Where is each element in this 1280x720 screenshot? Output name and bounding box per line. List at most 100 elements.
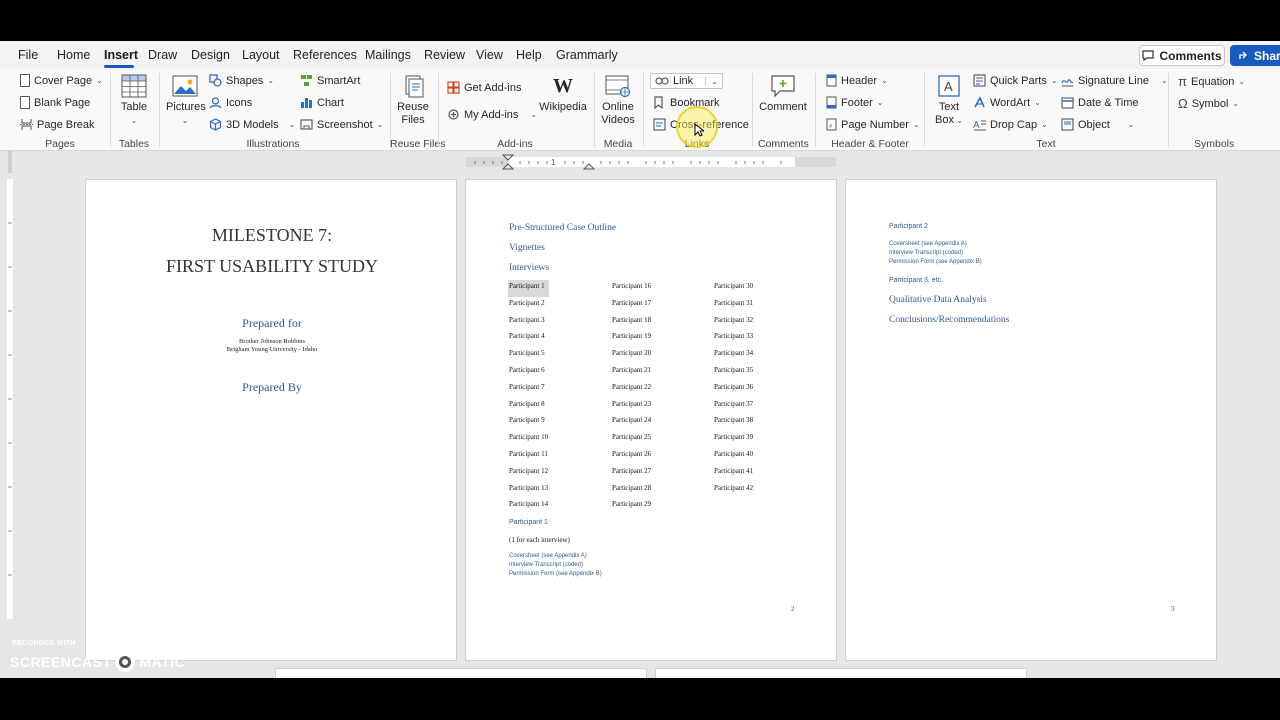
cover-page-label: Cover Page bbox=[34, 74, 93, 87]
vertical-ruler[interactable] bbox=[4, 179, 16, 619]
page-break-icon bbox=[20, 119, 33, 130]
participant-entry: Participant 21 bbox=[612, 366, 652, 374]
participant-entry: Participant 30 bbox=[714, 282, 754, 290]
quick-parts-icon bbox=[973, 74, 986, 87]
table-button[interactable]: Table ⌄ bbox=[118, 74, 150, 127]
tab-grammarly[interactable]: Grammarly bbox=[556, 48, 618, 62]
next-page-edge bbox=[655, 668, 1027, 678]
page-number-button[interactable]: # Page Number ⌄ bbox=[826, 118, 920, 131]
participant-entry: Participant 19 bbox=[612, 332, 652, 341]
footer-icon bbox=[826, 96, 837, 109]
participant-entry: Participant 40 bbox=[714, 450, 754, 458]
drop-cap-button[interactable]: A Drop Cap ⌄ bbox=[973, 118, 1048, 132]
icons-button[interactable]: Icons bbox=[209, 96, 252, 109]
tab-design[interactable]: Design bbox=[191, 48, 230, 62]
comments-button[interactable]: Comments bbox=[1139, 45, 1225, 66]
tab-insert[interactable]: Insert bbox=[104, 48, 138, 62]
my-addins-button[interactable]: My Add-ins ⌄ bbox=[447, 108, 537, 121]
group-separator bbox=[643, 73, 644, 147]
chevron-down-icon: ⌄ bbox=[1232, 99, 1240, 108]
screenshot-button[interactable]: Screenshot ⌄ bbox=[300, 118, 383, 131]
tab-help[interactable]: Help bbox=[516, 48, 542, 62]
drop-cap-label: Drop Cap bbox=[990, 118, 1038, 131]
chevron-down-icon: ⌄ bbox=[881, 76, 888, 85]
participant-entry: Participant 34 bbox=[714, 349, 754, 358]
shapes-button[interactable]: Shapes ⌄ bbox=[209, 74, 274, 87]
participant-entry: Participant 12 bbox=[509, 466, 549, 475]
blank-page-button[interactable]: Blank Page bbox=[20, 96, 90, 109]
chevron-down-icon: ⌄ bbox=[1034, 98, 1041, 107]
participant-entry: Participant 31 bbox=[714, 298, 754, 307]
get-addins-button[interactable]: Get Add-ins bbox=[447, 81, 521, 94]
page-break-label: Page Break bbox=[37, 118, 95, 131]
object-button[interactable]: Object ⌄ bbox=[1061, 118, 1135, 131]
horizontal-ruler[interactable]: 1 bbox=[0, 151, 1280, 173]
chart-button[interactable]: Chart bbox=[300, 96, 344, 109]
pi-icon: π bbox=[1178, 74, 1187, 89]
chevron-down-icon: ⌄ bbox=[954, 116, 963, 125]
tab-home[interactable]: Home bbox=[57, 48, 90, 62]
participant-entry: Participant 13 bbox=[509, 483, 549, 492]
symbol-button[interactable]: Ω Symbol ⌄ bbox=[1178, 96, 1239, 111]
chevron-down-icon: ⌄ bbox=[1127, 120, 1135, 129]
online-videos-button[interactable]: Online Videos bbox=[600, 74, 636, 127]
bookmark-button[interactable]: Bookmark bbox=[653, 96, 720, 109]
tab-review[interactable]: Review bbox=[424, 48, 465, 62]
text-box-icon: A bbox=[938, 75, 960, 97]
wordart-button[interactable]: WordArt ⌄ bbox=[973, 96, 1041, 109]
pictures-button[interactable]: Pictures ⌄ bbox=[166, 74, 206, 127]
tab-draw[interactable]: Draw bbox=[148, 48, 177, 62]
participant-entry: Participant 24 bbox=[612, 416, 652, 425]
participant-entry: Participant 39 bbox=[714, 433, 754, 442]
participant-entry: Participant 8 bbox=[509, 399, 545, 408]
participant-entry: Participant 20 bbox=[612, 349, 652, 358]
tab-file[interactable]: File bbox=[18, 48, 38, 62]
header-button[interactable]: Header ⌄ bbox=[826, 74, 888, 87]
equation-button[interactable]: π Equation ⌄ bbox=[1178, 74, 1245, 89]
pictures-icon bbox=[172, 75, 198, 97]
3d-models-button[interactable]: 3D Models ⌄ bbox=[209, 118, 295, 131]
participant-entry: Participant 7 bbox=[509, 382, 545, 391]
chevron-down-icon: ⌄ bbox=[267, 76, 275, 85]
participant-entry: Participant 35 bbox=[714, 366, 754, 374]
group-separator bbox=[924, 73, 925, 147]
tab-references[interactable]: References bbox=[293, 48, 357, 62]
reuse-files-button[interactable]: Reuse Files bbox=[396, 74, 430, 127]
pictures-label: Pictures bbox=[166, 101, 206, 113]
participant-entry: Participant 18 bbox=[612, 315, 652, 324]
new-comment-button[interactable]: Comment bbox=[758, 74, 808, 114]
group-label-addins: Add-ins bbox=[497, 138, 533, 150]
participant-entry: Participant 32 bbox=[714, 315, 754, 324]
page-number-label: Page Number bbox=[841, 118, 909, 131]
wikipedia-button[interactable]: W Wikipedia bbox=[538, 74, 588, 114]
group-label-tables: Tables bbox=[118, 138, 150, 150]
cover-page-button[interactable]: Cover Page ⌄ bbox=[20, 74, 103, 87]
participant-entry: Participant 33 bbox=[714, 332, 754, 341]
link-icon bbox=[655, 77, 669, 85]
footer-button[interactable]: Footer ⌄ bbox=[826, 96, 884, 109]
page-break-button[interactable]: Page Break bbox=[20, 118, 94, 131]
document-title-line-2: FIRST USABILITY STUDY bbox=[165, 256, 379, 276]
signature-line-button[interactable]: Signature Line ⌄ bbox=[1061, 74, 1168, 87]
chevron-down-icon: ⌄ bbox=[96, 76, 103, 85]
get-addins-label: Get Add-ins bbox=[464, 81, 522, 94]
blank-page-icon bbox=[20, 96, 30, 109]
share-button[interactable]: Share bbox=[1230, 45, 1280, 66]
document-page-3[interactable]: Participant 2 Coversheet (see Appendix A… bbox=[845, 179, 1217, 661]
link-button[interactable]: Link ⌄ bbox=[650, 73, 723, 89]
smartart-button[interactable]: SmartArt bbox=[300, 74, 360, 87]
document-page-1[interactable]: MILESTONE 7: FIRST USABILITY STUDY Prepa… bbox=[85, 179, 457, 661]
tab-layout[interactable]: Layout bbox=[242, 48, 280, 62]
tab-view[interactable]: View bbox=[476, 48, 503, 62]
participant-entry: Participant 27 bbox=[612, 466, 652, 475]
text-box-button[interactable]: A Text Box ⌄ bbox=[930, 74, 968, 127]
screenshot-icon bbox=[300, 119, 313, 130]
link-dropdown-chevron-icon[interactable]: ⌄ bbox=[705, 76, 718, 86]
document-page-2[interactable]: Pre-Structured Case Outline Vignettes In… bbox=[465, 179, 837, 661]
screencast-matic-watermark: SCREENCAST MATIC bbox=[10, 651, 185, 673]
list-item: Permission Form (see Appendix B) bbox=[889, 259, 982, 265]
date-time-button[interactable]: Date & Time bbox=[1061, 96, 1139, 109]
chevron-down-icon: ⌄ bbox=[376, 120, 384, 129]
tab-mailings[interactable]: Mailings bbox=[365, 48, 411, 62]
quick-parts-button[interactable]: Quick Parts ⌄ bbox=[973, 74, 1058, 87]
